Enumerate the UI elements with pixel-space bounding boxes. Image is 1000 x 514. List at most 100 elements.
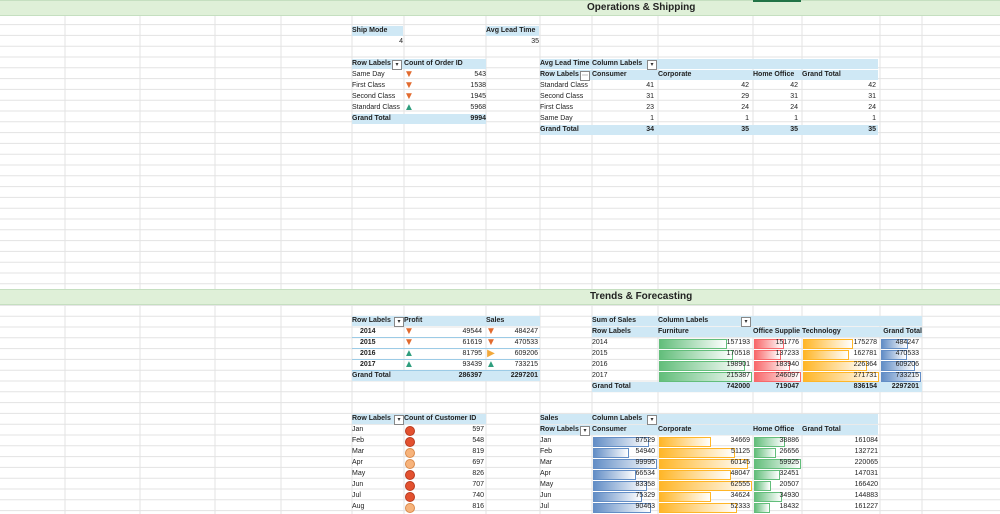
yearly-row-label: 2015 <box>360 339 376 346</box>
salescat-value: 470533 <box>895 350 919 357</box>
monthly-sales-col-0: Consumer <box>592 426 627 433</box>
lead-total-value: 35 <box>741 126 749 133</box>
monthly-sales-value: 51125 <box>731 448 750 455</box>
monthly-sales-title: Sales <box>540 415 559 422</box>
monthly-cust-value: 816 <box>472 503 484 510</box>
salescat-row-label: 2017 <box>592 372 608 379</box>
salescat-column-filter[interactable]: ▾ <box>741 317 751 327</box>
salescat-row-label: 2016 <box>592 361 608 368</box>
yearly-total-sales: 2297201 <box>510 372 538 379</box>
avg-lead-time-label: Avg Lead Time <box>486 26 539 36</box>
salescat-value: 246097 <box>775 372 799 379</box>
yearly-profit-value: 81795 <box>462 350 482 357</box>
yearly-sales-value: 470533 <box>514 339 538 346</box>
salescat-total-value: 742000 <box>726 383 750 390</box>
monthly-sales-row-label: Feb <box>540 448 553 455</box>
lead-row-label: First Class <box>540 104 574 111</box>
monthly-sales-total: 161227 <box>854 503 878 510</box>
monthly-cust-row-label: Jan <box>352 426 364 433</box>
lead-value: 24 <box>741 104 749 111</box>
monthly-cust-row-label: Jun <box>352 481 364 488</box>
salescat-value: 183940 <box>775 361 799 368</box>
salescat-row-label: 2015 <box>592 350 608 357</box>
salescat-col-3: Grand Total <box>883 328 922 335</box>
lead-column-labels: Column Labels <box>592 60 643 67</box>
monthly-sales-value: 83358 <box>635 481 655 488</box>
lead-row-label: Second Class <box>540 93 584 100</box>
yearly-row-filter[interactable]: ▾ <box>394 317 404 327</box>
monthly-cust-row-label: Aug <box>352 503 365 510</box>
monthly-sales-row-label: May <box>540 481 554 488</box>
ship-mode-value: 4 <box>399 38 403 45</box>
monthly-sales-value: 18432 <box>779 503 799 510</box>
monthly-cust-value: 707 <box>472 481 484 488</box>
monthly-sales-value: 34930 <box>779 492 799 499</box>
monthly-sales-value: 20507 <box>779 481 799 488</box>
salescat-value: 162781 <box>853 350 877 357</box>
lead-value: 1 <box>745 115 749 122</box>
monthly-sales-row-filter[interactable]: ▾ <box>580 426 590 436</box>
monthly-sales-total: 220065 <box>854 459 878 466</box>
lead-value: 1 <box>794 115 798 122</box>
avg-lead-time-value: 35 <box>531 38 539 45</box>
salescat-value: 609206 <box>895 361 919 368</box>
monthly-sales-value: 32451 <box>779 470 799 477</box>
monthly-sales-value: 99995 <box>635 459 655 466</box>
lead-value: 41 <box>646 82 654 89</box>
monthly-sales-col-3: Grand Total <box>802 426 841 433</box>
lead-value: 42 <box>741 82 749 89</box>
lead-row-filter[interactable]: ⋯ <box>580 71 590 81</box>
orders-row-labels-filter[interactable]: ▾ <box>392 60 402 70</box>
salescat-value: 271731 <box>853 372 877 379</box>
monthly-sales-row-label: Apr <box>540 470 551 477</box>
monthly-sales-value: 38886 <box>779 437 799 444</box>
monthly-cust-row-label: Jul <box>352 492 361 499</box>
orders-count-header: Count of Order ID <box>404 59 486 69</box>
monthly-sales-value: 87529 <box>635 437 655 444</box>
monthly-sales-column-filter[interactable]: ▾ <box>647 415 657 425</box>
lead-value: 1 <box>650 115 654 122</box>
monthly-cust-value: 697 <box>472 459 484 466</box>
salescat-total-value: 836154 <box>853 383 877 390</box>
orders-row-value: 1945 <box>470 93 486 100</box>
monthly-sales-value: 75329 <box>635 492 655 499</box>
lead-col-0: Consumer <box>592 71 627 78</box>
salescat-total-value: 2297201 <box>891 383 919 390</box>
orders-total-value: 9994 <box>470 115 486 122</box>
selected-cell-indicator <box>753 0 801 2</box>
yearly-profit-value: 49544 <box>462 328 482 335</box>
monthly-cust-value: 740 <box>472 492 484 499</box>
monthly-sales-value: 90463 <box>635 503 655 510</box>
lead-value: 29 <box>741 93 749 100</box>
salescat-value: 175278 <box>853 339 877 346</box>
lead-value: 42 <box>790 82 798 89</box>
lead-col-1: Corporate <box>658 71 692 78</box>
salescat-row-label: 2014 <box>592 339 608 346</box>
lead-column-filter[interactable]: ▾ <box>647 60 657 70</box>
salescat-col-2: Technology <box>802 328 841 335</box>
monthly-sales-value: 66534 <box>635 470 655 477</box>
monthly-cust-row-filter[interactable]: ▾ <box>394 415 404 425</box>
salescat-value: 215387 <box>726 372 750 379</box>
orders-row-value: 543 <box>474 71 486 78</box>
yearly-total-label: Grand Total <box>352 372 391 379</box>
monthly-sales-value: 59925 <box>779 459 799 466</box>
salescat-value: 226364 <box>853 361 877 368</box>
salescat-col-0: Furniture <box>658 328 689 335</box>
monthly-sales-value: 48047 <box>730 470 750 477</box>
lead-row-label: Same Day <box>540 115 573 122</box>
monthly-sales-row-label: Jun <box>540 492 552 499</box>
monthly-sales-value: 52333 <box>730 503 750 510</box>
monthly-sales-value: 54940 <box>635 448 655 455</box>
yearly-profit-header: Profit <box>404 317 423 324</box>
monthly-cust-value: 826 <box>472 470 484 477</box>
lead-col-2: Home Office <box>753 71 795 78</box>
lead-value: 1 <box>872 115 876 122</box>
orders-row-label: Standard Class <box>352 104 400 111</box>
ship-mode-label: Ship Mode <box>352 26 403 36</box>
monthly-cust-row-label: Mar <box>352 448 365 455</box>
monthly-sales-value: 34624 <box>730 492 750 499</box>
orders-row-label: Second Class <box>352 93 396 100</box>
salescat-value: 484247 <box>895 339 919 346</box>
orders-row-value: 5968 <box>470 104 486 111</box>
